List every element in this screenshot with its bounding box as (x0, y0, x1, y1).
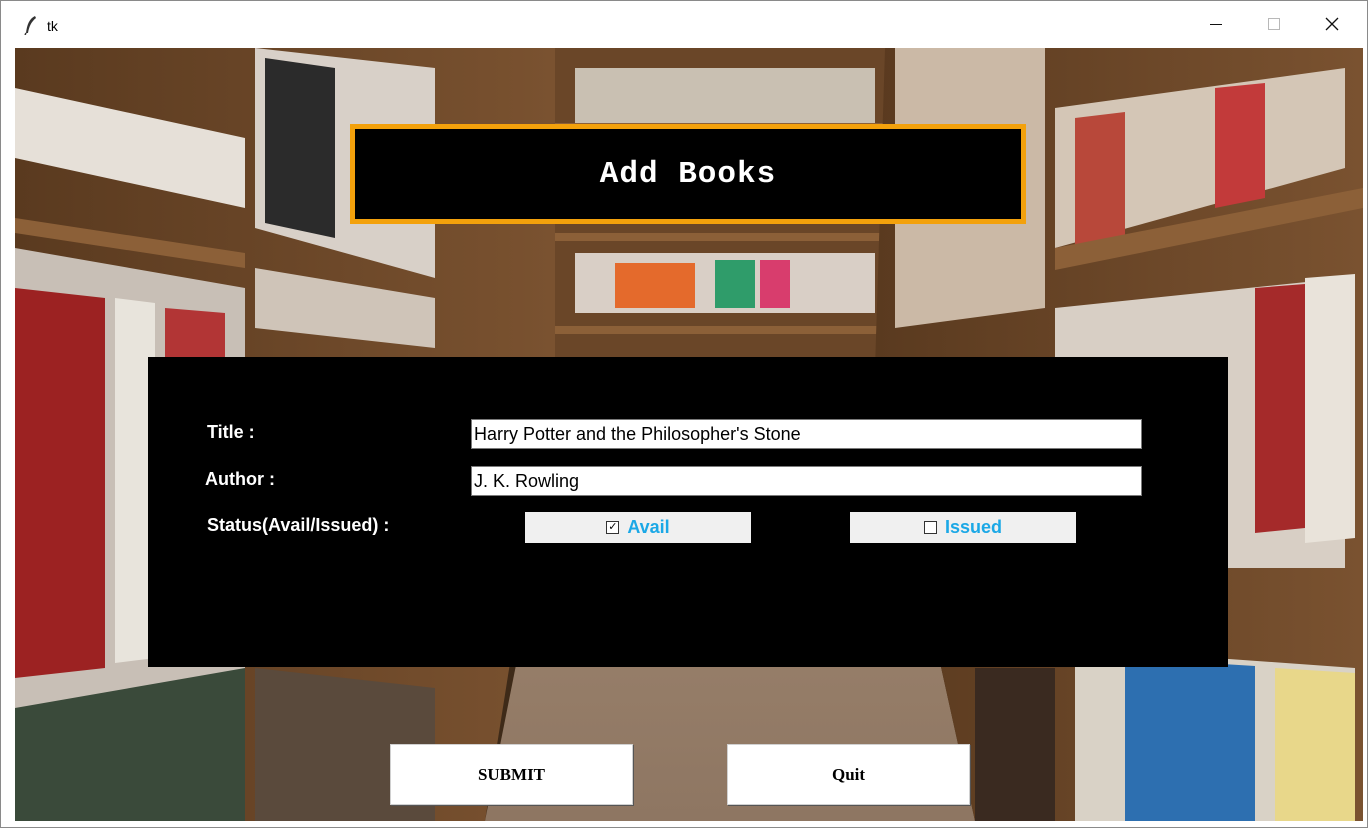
quit-button[interactable]: Quit (727, 744, 970, 805)
page-title: Add Books (599, 156, 777, 192)
checkbox-unchecked-icon (923, 521, 937, 534)
issued-checkbox[interactable]: Issued (850, 512, 1076, 543)
app-window: tk Add Books Title: Harry Potter and th… (0, 0, 1368, 828)
maximize-button[interactable] (1245, 1, 1303, 47)
title-bar: tk (1, 1, 1367, 47)
close-icon (1325, 17, 1339, 31)
minimize-icon (1210, 23, 1222, 25)
avail-checkbox[interactable]: ✓ Avail (525, 512, 751, 543)
checkbox-checked-icon: ✓ (606, 521, 620, 534)
title-input[interactable] (471, 419, 1142, 449)
heading-banner: Add Books (350, 124, 1026, 224)
window-title: tk (47, 18, 58, 34)
avail-checkbox-label: Avail (627, 517, 670, 537)
submit-button[interactable]: SUBMIT (390, 744, 633, 805)
status-label: Status(Avail/Issued) : (207, 515, 390, 535)
maximize-icon (1268, 18, 1280, 30)
feather-icon (23, 15, 39, 36)
author-label: Author : (205, 469, 275, 489)
close-button[interactable] (1303, 1, 1361, 47)
book-form-panel: Title : Author : Status(Avail/Issued) : … (148, 357, 1228, 667)
issued-checkbox-label: Issued (944, 517, 1003, 537)
author-input[interactable] (471, 466, 1142, 496)
minimize-button[interactable] (1187, 1, 1245, 47)
title-label: Title : (207, 422, 255, 442)
